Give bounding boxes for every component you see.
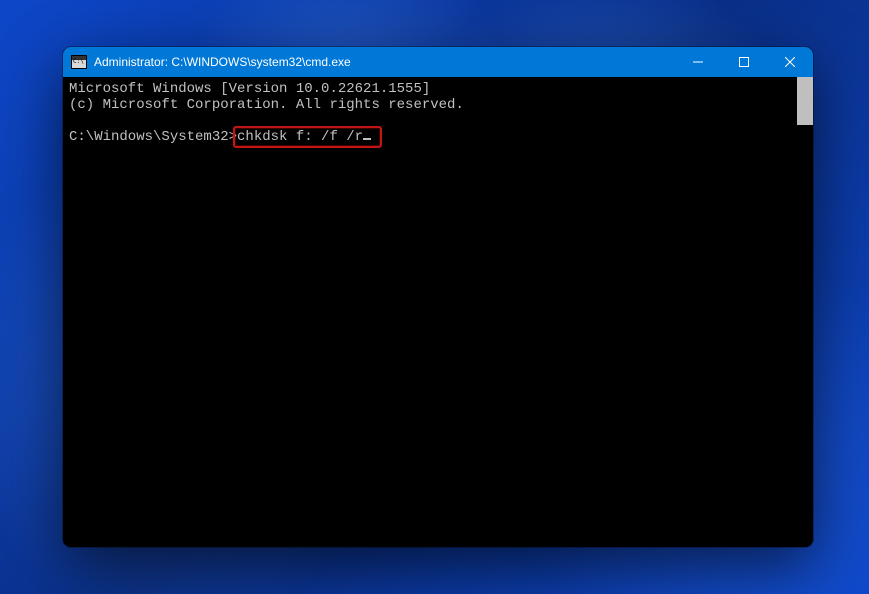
cmd-icon [71, 55, 87, 69]
minimize-icon [693, 57, 703, 67]
terminal-prompt-line: C:\Windows\System32>chkdsk f: /f /r [69, 129, 807, 145]
window-titlebar[interactable]: Administrator: C:\WINDOWS\system32\cmd.e… [63, 47, 813, 77]
window-title: Administrator: C:\WINDOWS\system32\cmd.e… [94, 55, 675, 69]
maximize-button[interactable] [721, 47, 767, 77]
terminal-line-copyright: (c) Microsoft Corporation. All rights re… [69, 97, 807, 113]
cmd-window: Administrator: C:\WINDOWS\system32\cmd.e… [63, 47, 813, 547]
terminal-command: chkdsk f: /f /r [237, 129, 363, 145]
terminal-cursor [363, 138, 371, 140]
window-controls [675, 47, 813, 77]
terminal-body[interactable]: Microsoft Windows [Version 10.0.22621.15… [63, 77, 813, 547]
command-highlight-box: chkdsk f: /f /r [237, 129, 371, 145]
minimize-button[interactable] [675, 47, 721, 77]
terminal-line-version: Microsoft Windows [Version 10.0.22621.15… [69, 81, 807, 97]
scrollbar-thumb[interactable] [797, 77, 813, 125]
maximize-icon [739, 57, 749, 67]
close-icon [785, 57, 795, 67]
terminal-line-blank [69, 113, 807, 129]
terminal-prompt: C:\Windows\System32> [69, 129, 237, 145]
close-button[interactable] [767, 47, 813, 77]
